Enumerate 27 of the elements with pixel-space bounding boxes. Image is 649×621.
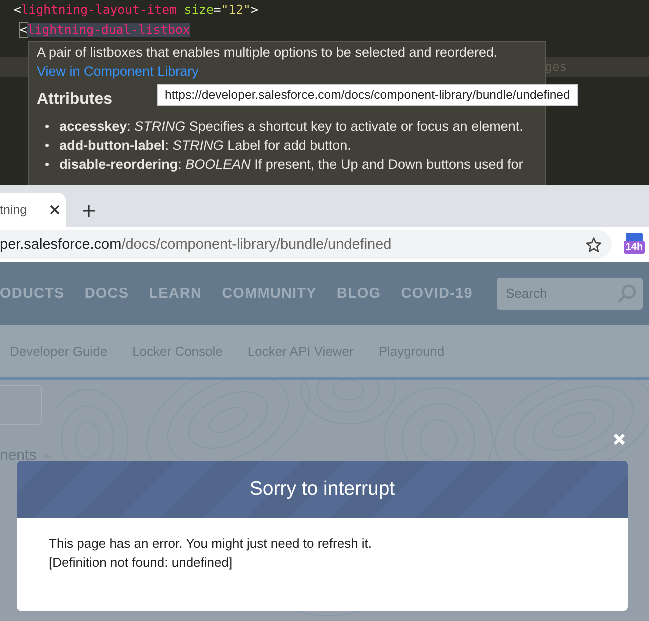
tab-title: tning — [0, 203, 28, 217]
star-icon[interactable] — [586, 236, 602, 252]
link-tooltip: https://developer.salesforce.com/docs/component-library/bundle/undefined — [157, 84, 578, 106]
nav-link[interactable]: BLOG — [336, 286, 382, 302]
address-field[interactable]: per.salesforce.com/docs/component-library/bundle/undefined — [0, 230, 612, 259]
nav-link[interactable]: ODUCTS — [0, 286, 65, 302]
attribute-text: disable-reordering: BOOLEAN If present, the Up and Down buttons used for — [60, 156, 524, 174]
nav-link[interactable]: COVID-19 — [401, 286, 473, 302]
search-icon — [617, 284, 637, 304]
error-message: This page has an error. You might just need to refresh it. — [49, 536, 374, 552]
code-line: <lightning-dual-listbox — [19, 22, 192, 39]
error-message: [Definition not found: undefined] — [49, 555, 234, 571]
bullet-marker: • — [45, 137, 50, 155]
description-text: A pair of listboxes that enables multiple options to be selected and reordered. — [37, 45, 498, 60]
dialog-title: Sorry to interrupt — [250, 478, 396, 501]
nav-link[interactable]: COMMUNITY — [222, 286, 317, 302]
code-line: <lightning-layout-item size="12"> — [13, 2, 260, 19]
close-icon[interactable] — [50, 205, 60, 215]
browser-tab[interactable]: tning — [0, 193, 66, 227]
attribute-text: accesskey: STRING Specifies a shortcut key to activate or focus an element. — [60, 118, 524, 136]
attribute-text: add-button-label: STRING Label for add button. — [60, 137, 352, 155]
bullet-marker: • — [45, 118, 50, 136]
new-tab-icon[interactable] — [83, 205, 95, 217]
nav-link[interactable]: LEARN — [149, 286, 202, 302]
bullet-marker: • — [45, 156, 50, 174]
nav-link[interactable]: DOCS — [84, 286, 130, 302]
attributes-heading: Attributes — [37, 90, 113, 109]
